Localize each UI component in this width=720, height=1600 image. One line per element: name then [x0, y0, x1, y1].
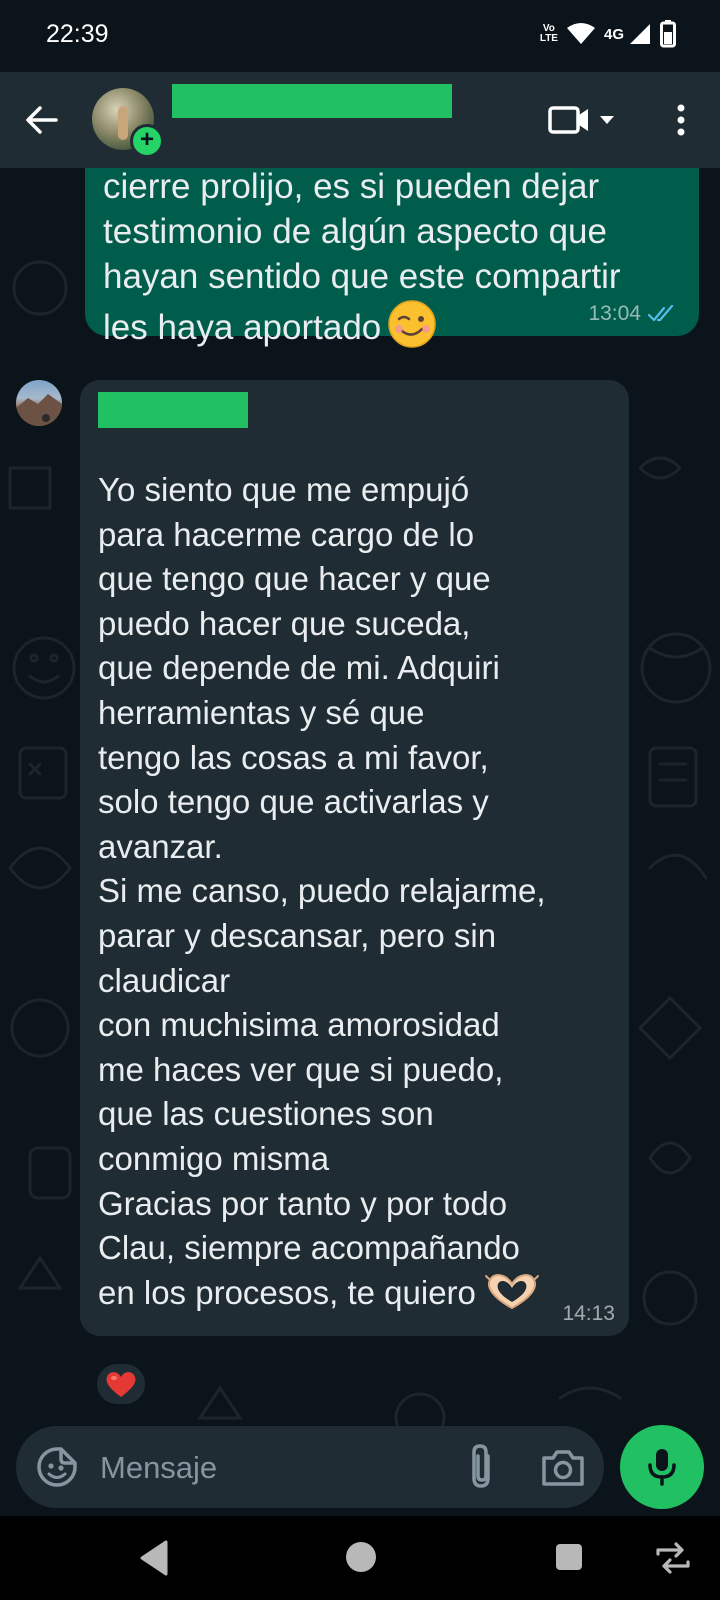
paperclip-icon [472, 1444, 490, 1488]
arrow-left-icon [26, 106, 58, 134]
status-time: 22:39 [46, 20, 109, 48]
outgoing-message-text: cierre prolijo, es si pueden dejar testi… [103, 168, 621, 347]
system-navigation-bar [0, 1516, 720, 1600]
signal-icon [630, 24, 650, 44]
outgoing-message-meta: 13:04 [588, 302, 677, 326]
network-type: 4G [603, 25, 624, 43]
battery-icon [660, 20, 676, 48]
double-check-read-icon [647, 304, 674, 322]
status-bar: 22:39 Vo LTE 4G [0, 0, 720, 72]
outgoing-message-bubble[interactable]: cierre prolijo, es si pueden dejar testi… [85, 168, 699, 348]
message-composer [16, 1426, 604, 1508]
nav-back-icon[interactable] [136, 1538, 172, 1578]
message-reaction[interactable] [94, 1361, 148, 1407]
more-vertical-icon [677, 104, 685, 136]
nav-home-icon[interactable] [346, 1542, 376, 1572]
incoming-message-bubble[interactable]: Yo siento que me empujó para hacerme car… [80, 380, 629, 1336]
sticker-button[interactable] [36, 1446, 78, 1488]
video-call-button[interactable] [548, 102, 618, 138]
attach-button[interactable] [462, 1442, 502, 1492]
sticker-icon [37, 1447, 77, 1487]
voice-message-button[interactable] [620, 1425, 704, 1509]
incoming-message-meta: 14:13 [562, 1302, 615, 1326]
outgoing-message-time: 13:04 [588, 302, 641, 325]
nav-recents-icon[interactable] [556, 1544, 582, 1570]
wifi-icon [566, 23, 595, 44]
winking-face-icon [388, 300, 437, 348]
incoming-message-text: Yo siento que me empujó para hacerme car… [98, 471, 546, 1311]
microphone-icon [648, 1449, 676, 1486]
camera-icon [542, 1450, 584, 1486]
message-input[interactable] [98, 1444, 452, 1492]
add-contact-icon: + [130, 124, 164, 158]
incoming-message-time: 14:13 [562, 1302, 615, 1325]
camera-button[interactable] [540, 1444, 586, 1490]
red-heart-icon [106, 1372, 136, 1397]
chat-area[interactable]: cierre prolijo, es si pueden dejar testi… [0, 168, 720, 1516]
chat-header: + [0, 72, 720, 168]
video-camera-icon [548, 106, 614, 134]
volte-label-bottom: LTE [539, 33, 558, 44]
contact-name-redacted[interactable] [172, 84, 452, 118]
more-options-button[interactable] [666, 98, 696, 142]
rotate-screen-icon[interactable] [654, 1540, 692, 1576]
avatar-figure [118, 106, 128, 140]
sender-avatar[interactable] [16, 380, 62, 426]
avatar-landscape-image [16, 394, 62, 426]
volte-icon: Vo LTE [540, 24, 558, 44]
heart-hands-icon [484, 1273, 539, 1309]
status-icons: Vo LTE 4G [540, 20, 676, 48]
back-button[interactable] [20, 98, 64, 142]
sender-name-redacted [98, 392, 248, 428]
